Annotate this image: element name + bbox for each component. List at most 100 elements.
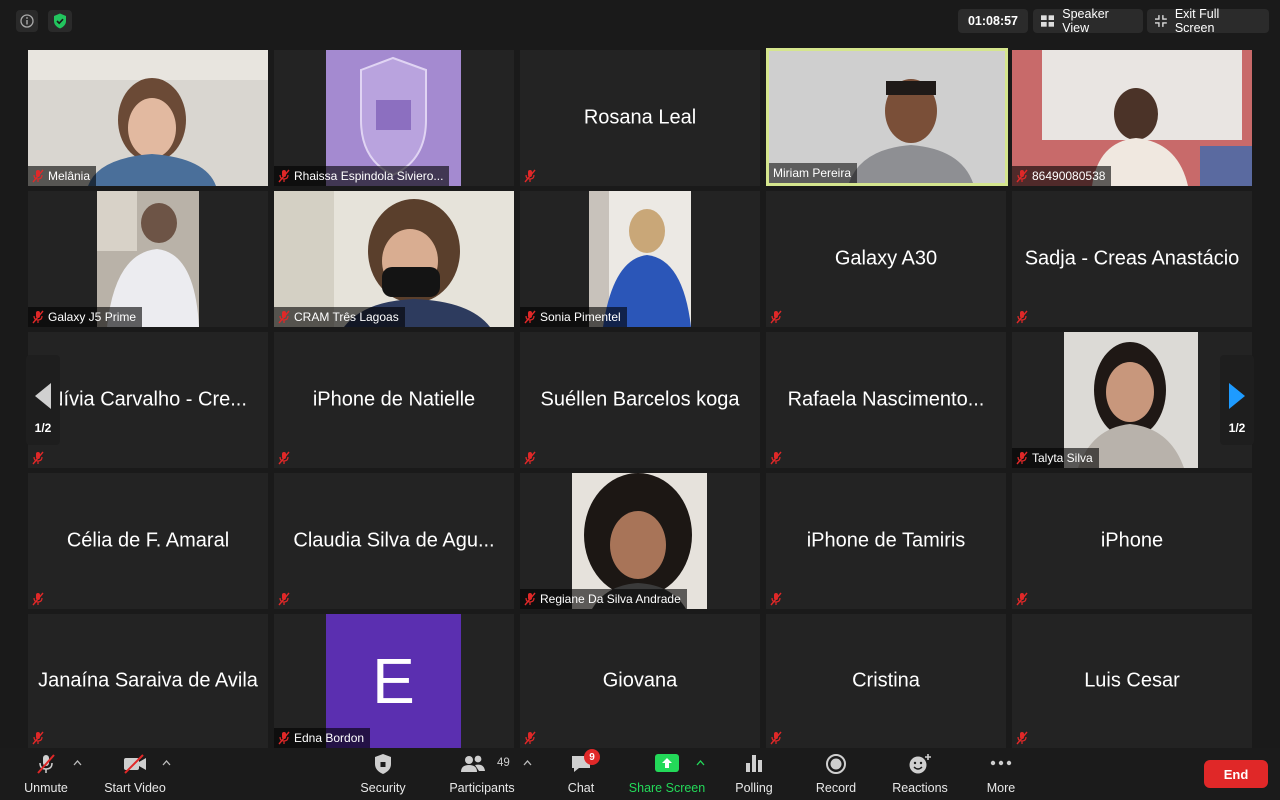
next-page-button[interactable]: 1/2 [1220,355,1254,445]
video-tile[interactable]: Luis Cesar [1012,614,1252,748]
record-label: Record [815,781,857,795]
video-tile[interactable]: Regiane Da Silva Andrade [520,473,760,609]
audio-options-caret-icon[interactable] [73,760,82,766]
video-options-caret-icon[interactable] [162,760,171,766]
start-video-button[interactable]: Start Video [100,748,170,800]
participant-name-bar: Melânia [28,166,97,186]
encryption-shield-icon[interactable] [48,10,72,32]
participant-name: Luis Cesar [1084,669,1180,692]
video-tile[interactable]: iPhone [1012,473,1252,609]
polling-button[interactable]: Polling [730,748,778,800]
video-tile[interactable]: Claudia Silva de Agu... [274,473,514,609]
video-tile[interactable]: Suéllen Barcelos koga [520,332,760,468]
active-speaker-tile[interactable]: Miriam Pereira [766,48,1008,186]
video-tile[interactable]: Giovana [520,614,760,748]
video-tile[interactable]: Sonia Pimentel [520,191,760,327]
more-button[interactable]: More [982,748,1020,800]
muted-mic-icon [1016,310,1028,324]
video-tile[interactable]: Cristina [766,614,1006,748]
participant-name: Sadja - Creas Anastácio [1024,247,1240,270]
participant-name: Nívia Carvalho - Cre... [49,388,247,411]
participant-name: Janaína Saraiva de Avila [38,669,258,692]
video-tile[interactable]: Nívia Carvalho - Cre... [28,332,268,468]
meeting-top-bar: 01:08:57 Speaker View Exit Full Screen [0,0,1280,44]
muted-mic-icon [770,310,782,324]
exit-full-screen-label: Exit Full Screen [1174,7,1220,35]
video-tile[interactable]: Rosana Leal [520,50,760,186]
end-meeting-button[interactable]: End [1204,760,1268,788]
previous-page-button[interactable]: 1/2 [26,355,60,445]
video-off-icon [124,754,146,774]
video-tile[interactable]: CRAM Três Lagoas [274,191,514,327]
muted-microphone-icon [37,754,55,774]
muted-mic-indicator [770,450,782,466]
security-button[interactable]: Security [354,748,412,800]
more-label: More [986,781,1016,795]
participant-name-bar: Sonia Pimentel [520,307,627,327]
muted-mic-icon [32,310,44,324]
participant-name: Rosana Leal [583,106,697,129]
participant-name: Galaxy J5 Prime [48,310,137,324]
meeting-info-icon[interactable] [16,10,38,32]
video-tile[interactable]: iPhone de Tamiris [766,473,1006,609]
record-icon [826,754,846,774]
video-tile[interactable]: E Edna Bordon [274,614,514,748]
muted-mic-icon [278,169,290,183]
share-options-caret-icon[interactable] [696,760,705,766]
muted-mic-icon [278,310,290,324]
video-tile[interactable]: Talyta Silva [1012,332,1252,468]
video-tile[interactable]: Sadja - Creas Anastácio [1012,191,1252,327]
grid-view-icon [1041,15,1055,27]
participants-label: Participants [449,781,515,795]
participant-name: Talyta Silva [1032,451,1093,465]
reactions-button[interactable]: Reactions [888,748,952,800]
participant-name: Edna Bordon [294,731,365,745]
muted-mic-indicator [32,450,44,466]
start-video-label: Start Video [104,781,166,795]
video-tile[interactable]: Melânia [28,50,268,186]
participant-name-bar: 86490080538 [1012,166,1112,186]
participant-name: Galaxy A30 [834,247,938,270]
participant-name: Rhaissa Espindola Siviero... [294,169,444,183]
muted-mic-indicator [278,450,290,466]
participant-name-bar: Edna Bordon [274,728,371,748]
muted-mic-icon [32,731,44,745]
video-tile[interactable]: Janaína Saraiva de Avila [28,614,268,748]
video-tile[interactable]: Rhaissa Espindola Siviero... [274,50,514,186]
share-screen-icon [655,754,679,772]
participant-name: Cristina [852,669,920,692]
muted-mic-indicator [770,591,782,607]
exit-full-screen-button[interactable]: Exit Full Screen [1147,7,1269,35]
muted-mic-icon [524,169,536,183]
record-button[interactable]: Record [812,748,860,800]
muted-mic-icon [278,731,290,745]
video-tile[interactable]: iPhone de Natielle [274,332,514,468]
chat-unread-badge: 9 [584,749,600,765]
participant-name: Sonia Pimentel [540,310,621,324]
speaker-view-label: Speaker View [1062,7,1109,35]
share-screen-button[interactable]: Share Screen [626,748,708,800]
video-tile[interactable]: Rafaela Nascimento... [766,332,1006,468]
unmute-button[interactable]: Unmute [18,748,74,800]
shield-icon [375,754,391,774]
speaker-view-button[interactable]: Speaker View [1033,7,1143,35]
muted-mic-icon [770,592,782,606]
video-tile[interactable]: Galaxy J5 Prime [28,191,268,327]
video-tile[interactable]: Galaxy A30 [766,191,1006,327]
unmute-label: Unmute [24,781,68,795]
muted-mic-icon [1016,451,1028,465]
muted-mic-indicator [770,309,782,325]
page-indicator: 1/2 [1228,421,1246,435]
muted-mic-icon [1016,731,1028,745]
participants-options-caret-icon[interactable] [523,760,532,766]
participant-name-bar: Talyta Silva [1012,448,1099,468]
meeting-toolbar: Unmute Start Video Security Participants… [0,748,1280,800]
participants-icon [460,755,485,772]
video-tile[interactable]: 86490080538 [1012,50,1252,186]
muted-mic-icon [278,592,290,606]
participants-button[interactable]: Participants [444,748,520,800]
share-screen-label: Share Screen [628,781,706,795]
muted-mic-indicator [524,730,536,746]
meeting-timer: 01:08:57 [958,9,1028,33]
video-tile[interactable]: Célia de F. Amaral [28,473,268,609]
